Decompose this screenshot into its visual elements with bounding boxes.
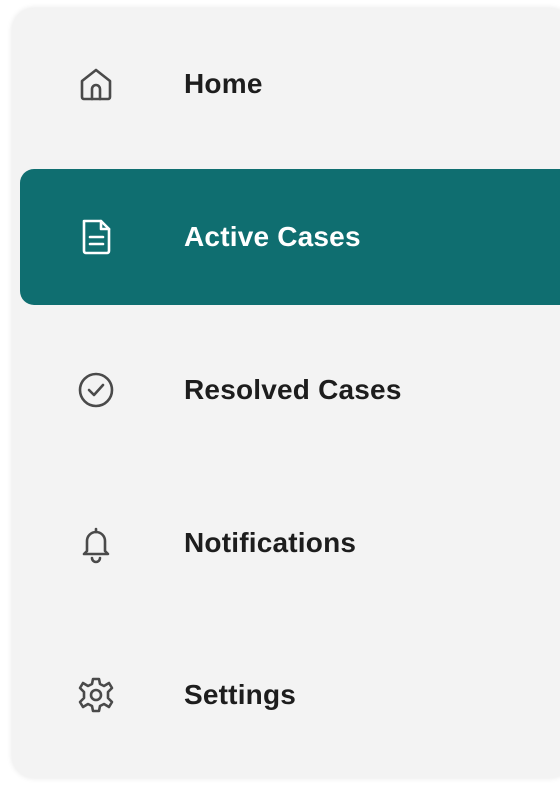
bell-icon: [70, 517, 122, 569]
gear-icon: [70, 669, 122, 721]
home-icon: [70, 58, 122, 110]
nav-item-label: Notifications: [184, 527, 357, 558]
nav-item-label: Settings: [184, 679, 297, 710]
check-circle-icon: [70, 364, 122, 416]
nav-item-resolved-cases[interactable]: Resolved Cases: [20, 322, 560, 458]
nav-item-home[interactable]: Home: [20, 16, 560, 152]
nav-item-settings[interactable]: Settings: [20, 627, 560, 763]
nav-item-label: Home: [184, 68, 263, 99]
nav-item-notifications[interactable]: Notifications: [20, 475, 560, 611]
nav-item-label: Resolved Cases: [184, 374, 402, 405]
nav-item-active-cases[interactable]: Active Cases: [20, 169, 560, 305]
nav-item-label: Active Cases: [184, 221, 361, 252]
sidebar-nav: Home Active Cases Resolved Cases Notific…: [12, 8, 560, 778]
document-icon: [70, 211, 122, 263]
